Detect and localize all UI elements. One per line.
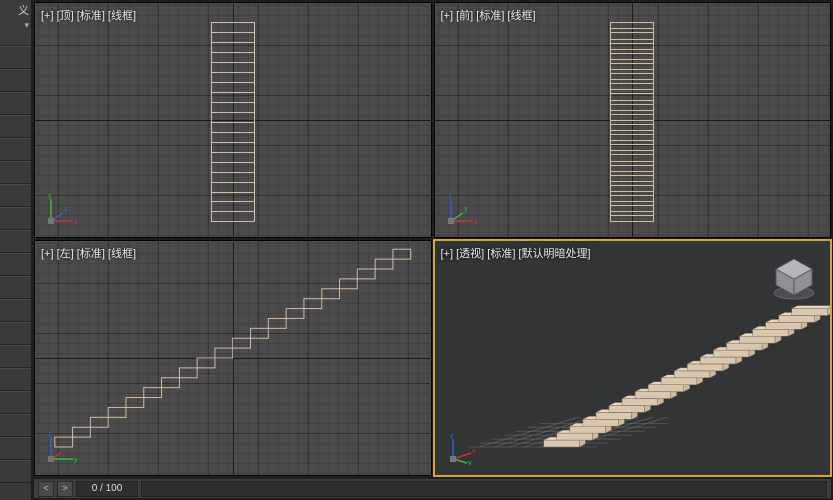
panel-button[interactable] [0, 253, 31, 276]
panel-button[interactable] [0, 345, 31, 368]
timeline-track[interactable] [141, 481, 827, 497]
panel-button[interactable] [0, 138, 31, 161]
timeline-prev-button[interactable]: < [38, 481, 54, 497]
panel-button[interactable] [0, 322, 31, 345]
panel-button[interactable] [0, 92, 31, 115]
panel-button[interactable] [0, 299, 31, 322]
timeline-next-button[interactable]: > [57, 481, 73, 497]
panel-title: 义 [18, 5, 29, 17]
command-panel: 义 ▾ [0, 0, 32, 500]
viewport-label-perspective[interactable]: [+] [透视] [标准] [默认明暗处理] [441, 245, 591, 261]
panel-button[interactable] [0, 460, 31, 483]
viewport-left[interactable]: [+] [左] [标准] [线框] y z [34, 240, 432, 476]
stair-object-left[interactable] [35, 241, 431, 475]
panel-header: 义 ▾ [0, 0, 31, 46]
viewport-label-left[interactable]: [+] [左] [标准] [线框] [41, 245, 136, 261]
panel-button[interactable] [0, 207, 31, 230]
dropdown-indicator[interactable]: ▾ [24, 20, 29, 30]
panel-button[interactable] [0, 437, 31, 460]
panel-button[interactable] [0, 46, 31, 69]
stair-object-top[interactable] [211, 22, 255, 222]
viewport-front[interactable]: [+] [前] [标准] [线框] x z y [434, 2, 832, 238]
panel-button[interactable] [0, 414, 31, 437]
viewport-area: [+] [顶] [标准] [线框] x y z [+] [前] [标准] [线框… [32, 0, 833, 500]
timeline-bar: < > 0 / 100 [34, 478, 831, 498]
viewport-perspective[interactable]: [+] [透视] [标准] [默认明暗处理] x y z [434, 240, 832, 476]
panel-button[interactable] [0, 391, 31, 414]
viewport-top[interactable]: [+] [顶] [标准] [线框] x y z [34, 2, 432, 238]
panel-button[interactable] [0, 368, 31, 391]
panel-button[interactable] [0, 115, 31, 138]
viewport-label-top[interactable]: [+] [顶] [标准] [线框] [41, 7, 136, 23]
panel-button[interactable] [0, 184, 31, 207]
frame-display[interactable]: 0 / 100 [76, 481, 138, 497]
panel-button[interactable] [0, 69, 31, 92]
panel-button[interactable] [0, 230, 31, 253]
panel-button[interactable] [0, 276, 31, 299]
viewcube[interactable] [768, 251, 820, 303]
panel-button[interactable] [0, 161, 31, 184]
stair-object-front[interactable] [610, 22, 654, 222]
viewport-label-front[interactable]: [+] [前] [标准] [线框] [441, 7, 536, 23]
